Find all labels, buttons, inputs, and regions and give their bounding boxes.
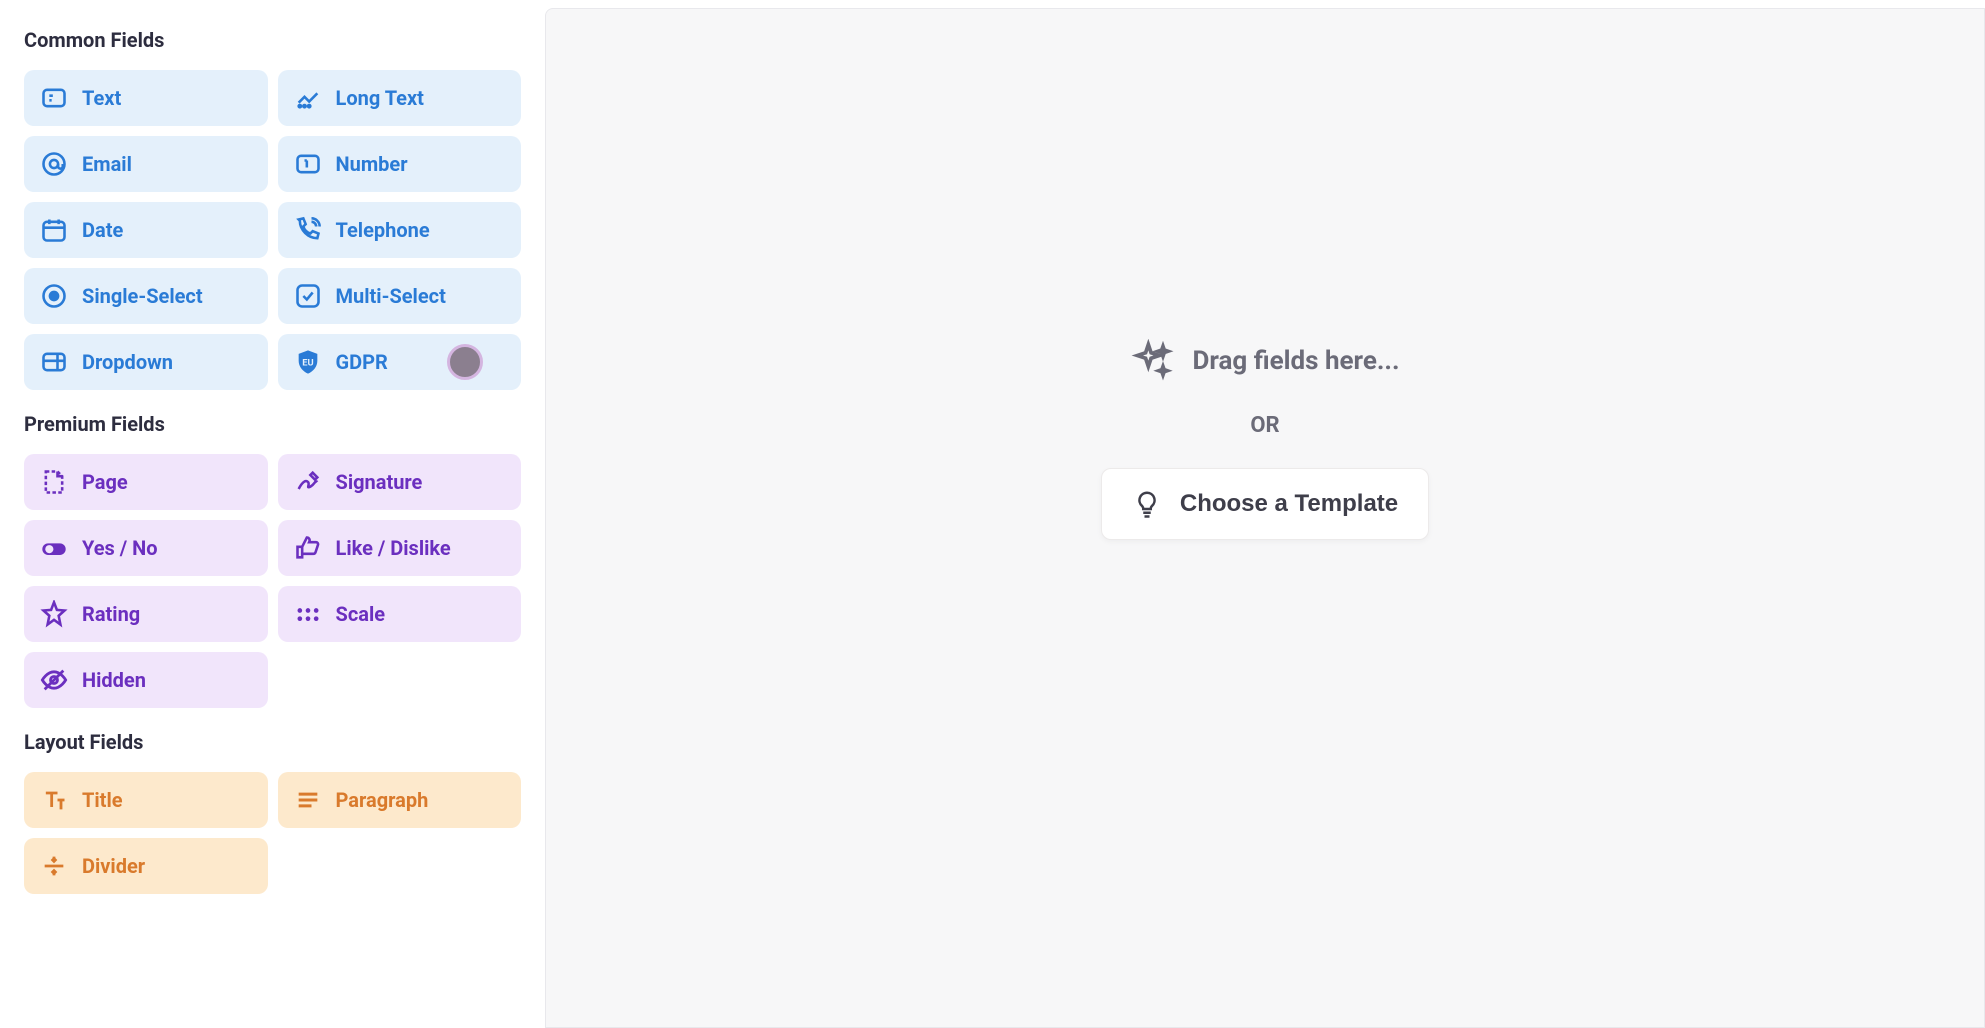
date-icon bbox=[40, 216, 68, 244]
form-canvas[interactable]: Drag fields here... OR Choose a Template bbox=[545, 8, 1985, 1028]
thumb-icon bbox=[294, 534, 322, 562]
field-label: Number bbox=[336, 152, 408, 176]
field-label: Scale bbox=[336, 602, 386, 626]
star-icon bbox=[40, 600, 68, 628]
field-label: Date bbox=[82, 218, 123, 242]
longtext-icon bbox=[294, 84, 322, 112]
field-divider[interactable]: Divider bbox=[24, 838, 268, 894]
checkbox-icon bbox=[294, 282, 322, 310]
field-dropdown[interactable]: Dropdown bbox=[24, 334, 268, 390]
page-icon bbox=[40, 468, 68, 496]
field-gdpr[interactable]: EU GDPR bbox=[278, 334, 522, 390]
toggle-icon bbox=[40, 534, 68, 562]
field-yes-no[interactable]: Yes / No bbox=[24, 520, 268, 576]
field-label: Like / Dislike bbox=[336, 536, 451, 560]
field-label: Dropdown bbox=[82, 350, 173, 374]
template-button-label: Choose a Template bbox=[1180, 490, 1398, 518]
field-email[interactable]: Email bbox=[24, 136, 268, 192]
field-label: Page bbox=[82, 470, 128, 494]
radio-icon bbox=[40, 282, 68, 310]
or-separator: OR bbox=[1250, 413, 1279, 438]
field-label: Email bbox=[82, 152, 132, 176]
field-telephone[interactable]: Telephone bbox=[278, 202, 522, 258]
layout-fields-grid: Title Paragraph Divider bbox=[24, 772, 521, 894]
field-scale[interactable]: Scale bbox=[278, 586, 522, 642]
field-number[interactable]: Number bbox=[278, 136, 522, 192]
drag-fields-prompt: Drag fields here... bbox=[1130, 339, 1399, 383]
field-label: Telephone bbox=[336, 218, 430, 242]
sparkle-icon bbox=[1130, 339, 1174, 383]
signature-icon bbox=[294, 468, 322, 496]
hidden-icon bbox=[40, 666, 68, 694]
email-icon bbox=[40, 150, 68, 178]
field-title[interactable]: Title bbox=[24, 772, 268, 828]
field-label: Title bbox=[82, 788, 123, 812]
field-label: Single-Select bbox=[82, 284, 203, 308]
choose-template-button[interactable]: Choose a Template bbox=[1101, 468, 1429, 540]
text-icon bbox=[40, 84, 68, 112]
title-icon bbox=[40, 786, 68, 814]
field-multi-select[interactable]: Multi-Select bbox=[278, 268, 522, 324]
field-single-select[interactable]: Single-Select bbox=[24, 268, 268, 324]
svg-text:EU: EU bbox=[302, 358, 313, 369]
gdpr-icon: EU bbox=[294, 348, 322, 376]
common-fields-title: Common Fields bbox=[24, 28, 521, 52]
number-icon bbox=[294, 150, 322, 178]
field-like-dislike[interactable]: Like / Dislike bbox=[278, 520, 522, 576]
field-signature[interactable]: Signature bbox=[278, 454, 522, 510]
field-page[interactable]: Page bbox=[24, 454, 268, 510]
layout-fields-title: Layout Fields bbox=[24, 730, 521, 754]
divider-icon bbox=[40, 852, 68, 880]
field-text[interactable]: Text bbox=[24, 70, 268, 126]
field-label: Yes / No bbox=[82, 536, 158, 560]
telephone-icon bbox=[294, 216, 322, 244]
premium-fields-grid: Page Signature Yes / No Like / Dislike R… bbox=[24, 454, 521, 708]
field-label: GDPR bbox=[336, 350, 388, 374]
field-label: Divider bbox=[82, 854, 145, 878]
field-paragraph[interactable]: Paragraph bbox=[278, 772, 522, 828]
drag-prompt-text: Drag fields here... bbox=[1192, 346, 1399, 376]
field-label: Multi-Select bbox=[336, 284, 446, 308]
field-label: Paragraph bbox=[336, 788, 429, 812]
field-label: Rating bbox=[82, 602, 140, 626]
field-hidden[interactable]: Hidden bbox=[24, 652, 268, 708]
field-label: Signature bbox=[336, 470, 423, 494]
paragraph-icon bbox=[294, 786, 322, 814]
field-date[interactable]: Date bbox=[24, 202, 268, 258]
scale-icon bbox=[294, 600, 322, 628]
dropdown-icon bbox=[40, 348, 68, 376]
cursor-indicator bbox=[447, 344, 483, 380]
fields-sidebar: Common Fields Text Long Text Email Numbe… bbox=[0, 0, 545, 1028]
common-fields-grid: Text Long Text Email Number Date Telepho… bbox=[24, 70, 521, 390]
field-label: Long Text bbox=[336, 86, 424, 110]
field-label: Hidden bbox=[82, 668, 146, 692]
field-label: Text bbox=[82, 86, 121, 110]
premium-fields-title: Premium Fields bbox=[24, 412, 521, 436]
lightbulb-icon bbox=[1132, 489, 1162, 519]
field-rating[interactable]: Rating bbox=[24, 586, 268, 642]
field-long-text[interactable]: Long Text bbox=[278, 70, 522, 126]
